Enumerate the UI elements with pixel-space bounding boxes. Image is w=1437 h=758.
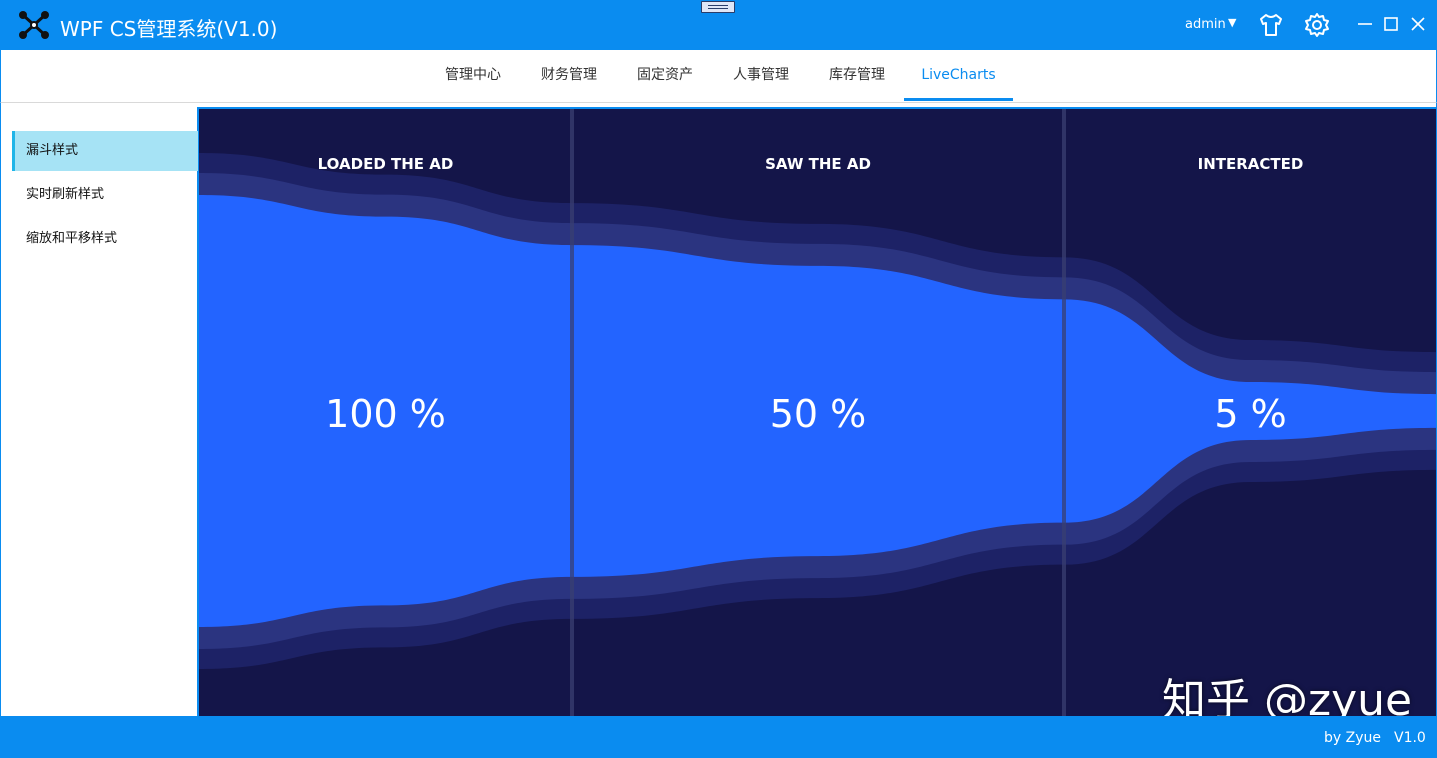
category-label: LOADED THE AD <box>318 155 454 173</box>
shirt-icon[interactable] <box>1258 12 1284 38</box>
footer-version: V1.0 <box>1394 730 1426 746</box>
sidebar-item-realtime[interactable]: 实时刷新样式 <box>12 175 198 215</box>
tab-finance[interactable]: 财务管理 <box>525 50 613 101</box>
user-menu[interactable]: admin <box>1185 17 1226 32</box>
tab-inventory[interactable]: 库存管理 <box>813 50 901 101</box>
main-tab-bar: 管理中心 财务管理 固定资产 人事管理 库存管理 LiveCharts <box>0 50 1437 103</box>
chevron-down-icon[interactable]: ▼ <box>1228 16 1236 29</box>
tab-hr[interactable]: 人事管理 <box>717 50 805 101</box>
app-logo-icon <box>19 11 49 39</box>
column-divider <box>570 109 574 716</box>
category-label: INTERACTED <box>1198 155 1304 173</box>
value-label: 5 % <box>1214 392 1286 436</box>
sidebar: 漏斗样式 实时刷新样式 缩放和平移样式 <box>0 107 199 716</box>
column-divider <box>1062 109 1066 716</box>
drag-grip-icon[interactable] <box>701 1 735 13</box>
title-bar: WPF CS管理系统(V1.0) admin ▼ <box>0 0 1437 50</box>
value-label: 50 % <box>770 392 867 436</box>
tab-livecharts[interactable]: LiveCharts <box>904 50 1013 101</box>
maximize-icon[interactable] <box>1380 13 1402 35</box>
sidebar-item-zoom-pan[interactable]: 缩放和平移样式 <box>12 219 198 259</box>
category-label: SAW THE AD <box>765 155 871 173</box>
status-bar: by Zyue V1.0 <box>0 716 1437 758</box>
sidebar-item-funnel[interactable]: 漏斗样式 <box>12 131 198 171</box>
funnel-chart-svg: LOADED THE AD 100 % SAW THE AD 50 % INTERACT… <box>199 109 1436 716</box>
minimize-icon[interactable] <box>1354 13 1376 35</box>
window-title: WPF CS管理系统(V1.0) <box>60 17 278 41</box>
tab-fixed-assets[interactable]: 固定资产 <box>621 50 709 101</box>
funnel-chart[interactable]: LOADED THE AD 100 % SAW THE AD 50 % INTERACT… <box>199 107 1437 716</box>
footer-author: by Zyue <box>1324 730 1381 746</box>
gear-icon[interactable] <box>1304 12 1330 38</box>
tab-management-center[interactable]: 管理中心 <box>429 50 517 101</box>
value-label: 100 % <box>325 392 446 436</box>
close-icon[interactable] <box>1407 13 1429 35</box>
